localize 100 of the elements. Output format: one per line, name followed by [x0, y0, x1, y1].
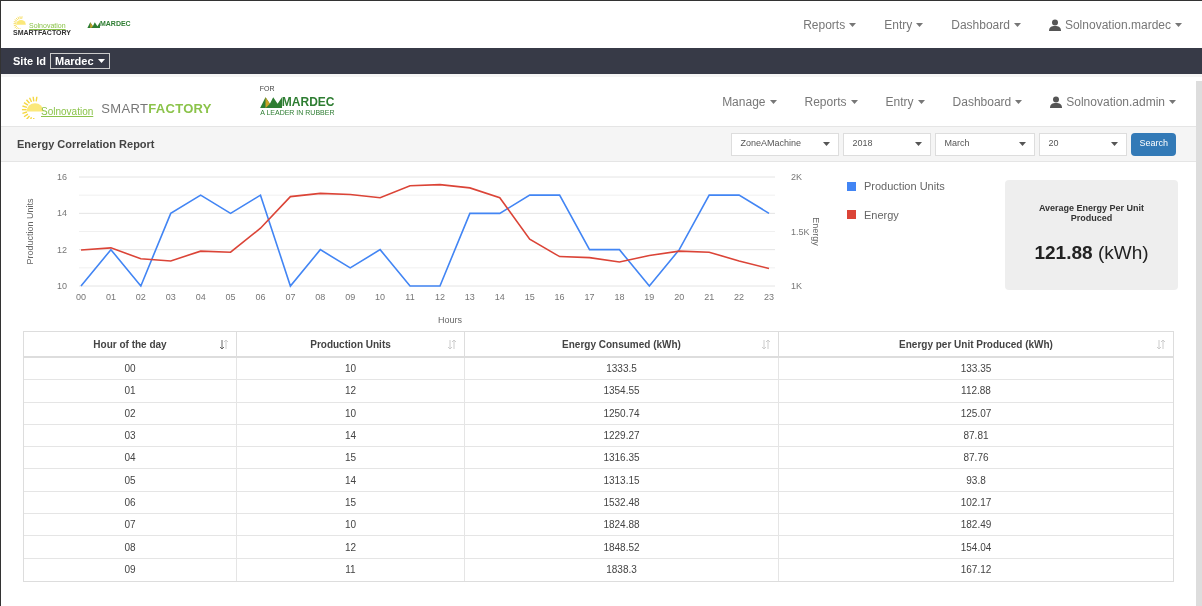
- table-cell: 1250.74: [465, 402, 779, 424]
- column-header[interactable]: Hour of the day: [24, 332, 237, 356]
- caret-icon: [850, 99, 858, 104]
- table-cell: 1333.5: [465, 358, 779, 380]
- table-cell: 04: [24, 447, 237, 469]
- caret-icon: [915, 142, 923, 146]
- nav-menu[interactable]: Entry: [884, 15, 924, 34]
- product-name: SMARTFACTORY: [101, 100, 212, 119]
- table-cell: 10: [237, 514, 465, 536]
- axis-tick-label: 08: [315, 292, 326, 302]
- nav-menu[interactable]: Reports: [804, 92, 858, 111]
- caret-icon: [1175, 22, 1182, 27]
- caret-icon: [769, 99, 777, 104]
- axis-tick-label: 12: [434, 292, 445, 302]
- table-cell: 1824.88: [465, 514, 779, 536]
- axis-tick-label: 14: [494, 292, 505, 302]
- filter-select[interactable]: March: [935, 132, 1036, 156]
- table-cell-text: 182.49: [959, 518, 993, 533]
- table-cell: 1316.35: [465, 447, 779, 469]
- table-cell-text: 112.88: [960, 384, 992, 399]
- table-cell: 08: [24, 536, 237, 558]
- axis-tick-label: 22: [734, 292, 745, 302]
- user-icon: [1048, 18, 1061, 31]
- axis-tick-label: 01: [105, 292, 116, 302]
- table-cell: 06: [24, 491, 237, 514]
- table-cell: 14: [237, 424, 465, 447]
- table-cell: 11: [237, 558, 465, 581]
- table-cell: 15: [237, 491, 465, 514]
- axis-title: Energy: [811, 217, 821, 246]
- axis-tick-label: 00: [76, 292, 86, 302]
- caret-icon: [1013, 22, 1021, 27]
- summary-value: 121.88 (kWh): [1034, 240, 1149, 265]
- axis-title: Hours: [438, 315, 462, 325]
- axis-tick-label: 18: [614, 292, 625, 302]
- axis-tick-label: 19: [644, 292, 655, 302]
- site-select[interactable]: Mardec: [50, 53, 110, 69]
- caret-icon: [1019, 142, 1027, 146]
- table-cell: 02: [24, 402, 237, 424]
- axis-tick-label: 21: [704, 292, 715, 302]
- table-cell-text: 154.04: [959, 540, 993, 555]
- nav-menu[interactable]: Dashboard: [951, 15, 1021, 34]
- summary-title: Average Energy Per Unit Produced: [1037, 202, 1146, 223]
- nav-menu[interactable]: Manage: [722, 92, 777, 111]
- legend-label: Energy: [864, 207, 899, 223]
- user-menu[interactable]: Solnovation.mardec: [1048, 15, 1182, 34]
- nav-menu[interactable]: Entry: [885, 92, 925, 111]
- axis-tick-label: 12: [57, 244, 67, 255]
- table-cell: 1229.27: [465, 424, 779, 447]
- filter-select[interactable]: 20: [1039, 132, 1128, 156]
- caret-icon: [849, 22, 857, 27]
- column-header[interactable]: Energy per Unit Produced (kWh): [779, 332, 1173, 356]
- axis-tick-label: 15: [524, 292, 535, 302]
- table-cell-text: 87.81: [962, 429, 990, 444]
- sun-icon: [13, 13, 29, 29]
- axis-tick-label: 13: [464, 292, 475, 302]
- axis-tick-label: 11: [405, 292, 415, 302]
- caret-icon: [97, 59, 105, 63]
- table-cell: 01: [24, 380, 237, 402]
- user-menu[interactable]: Solnovation.admin: [1050, 92, 1176, 111]
- table-cell: 1354.55: [465, 380, 779, 402]
- table-cell: 1848.52: [465, 536, 779, 558]
- axis-tick-label: 17: [584, 292, 595, 302]
- search-button[interactable]: Search: [1131, 132, 1176, 156]
- axis-tick-label: 04: [195, 292, 206, 302]
- user-icon: [1050, 95, 1063, 108]
- caret-icon: [1169, 99, 1176, 104]
- nav-menu[interactable]: Reports: [803, 15, 857, 34]
- axis-tick-label: 1.5K: [791, 226, 810, 237]
- axis-tick-label: 1K: [791, 281, 802, 291]
- table-cell: 15: [237, 447, 465, 469]
- axis-tick-label: 23: [764, 292, 774, 302]
- report-title: Energy Correlation Report: [17, 136, 155, 152]
- table-cell-text: 93.8: [965, 473, 987, 488]
- axis-tick-label: 20: [674, 292, 685, 302]
- axis-tick-label: 09: [345, 292, 356, 302]
- axis-tick-label: 2K: [791, 172, 802, 182]
- table-cell: 10: [237, 358, 465, 380]
- axis-tick-label: 03: [165, 292, 176, 302]
- table-cell-text: 87.76: [962, 451, 990, 466]
- table-cell: 12: [237, 536, 465, 558]
- nav-menu[interactable]: Dashboard: [952, 92, 1023, 111]
- table-cell: 1838.3: [465, 558, 779, 581]
- table-cell-text: 133.35: [959, 362, 993, 377]
- table-cell: 14: [237, 469, 465, 491]
- filter-select[interactable]: 2018: [843, 132, 932, 156]
- mardec-logo-icon: [259, 94, 282, 109]
- table-cell-text: 125.07: [959, 406, 993, 421]
- table-cell: 1532.48: [465, 491, 779, 514]
- caret-icon: [916, 22, 924, 27]
- axis-tick-label: 16: [554, 292, 565, 302]
- axis-tick-label: 16: [57, 172, 67, 182]
- table-cell-text: 102.17: [959, 495, 993, 510]
- column-header[interactable]: Energy Consumed (kWh): [465, 332, 779, 356]
- column-header[interactable]: Production Units: [237, 332, 465, 356]
- table-cell: 03: [24, 424, 237, 447]
- caret-icon: [917, 99, 925, 104]
- caret-icon: [1015, 99, 1023, 104]
- table-cell: 07: [24, 514, 237, 536]
- brand-name: Solnovation: [41, 104, 94, 119]
- filter-select[interactable]: ZoneAMachine: [731, 132, 840, 156]
